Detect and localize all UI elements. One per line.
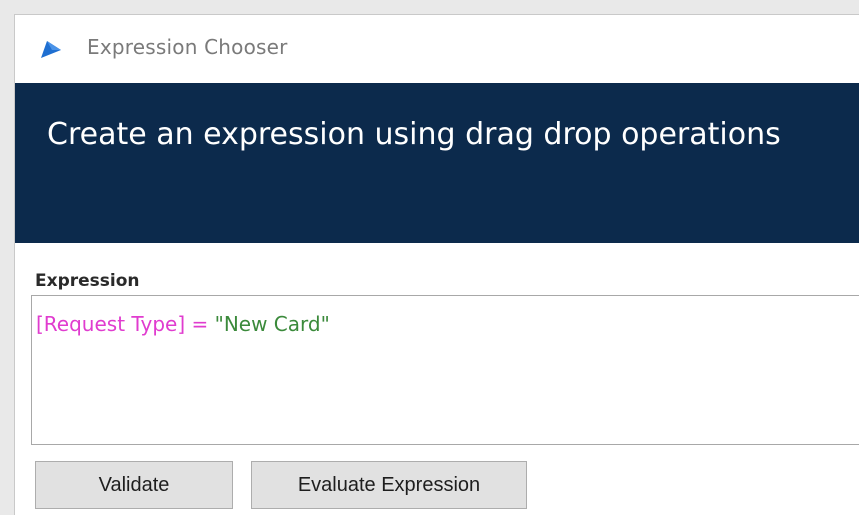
- validate-button[interactable]: Validate: [35, 461, 233, 509]
- expression-editor[interactable]: [Request Type] = "New Card": [31, 295, 859, 445]
- evaluate-expression-button[interactable]: Evaluate Expression: [251, 461, 527, 509]
- operator-token: =: [191, 312, 209, 336]
- title-bar: Expression Chooser: [15, 15, 859, 83]
- window-title: Expression Chooser: [87, 35, 288, 59]
- app-icon: [41, 41, 61, 58]
- string-token: "New Card": [214, 312, 330, 336]
- field-token: [Request Type]: [36, 312, 186, 336]
- expression-label: Expression: [35, 271, 140, 291]
- banner-text: Create an expression using drag drop ope…: [47, 117, 781, 152]
- expression-line: [Request Type] = "New Card": [36, 312, 330, 336]
- header-banner: Create an expression using drag drop ope…: [15, 83, 859, 243]
- expression-chooser-window: Expression Chooser Create an expression …: [14, 14, 859, 515]
